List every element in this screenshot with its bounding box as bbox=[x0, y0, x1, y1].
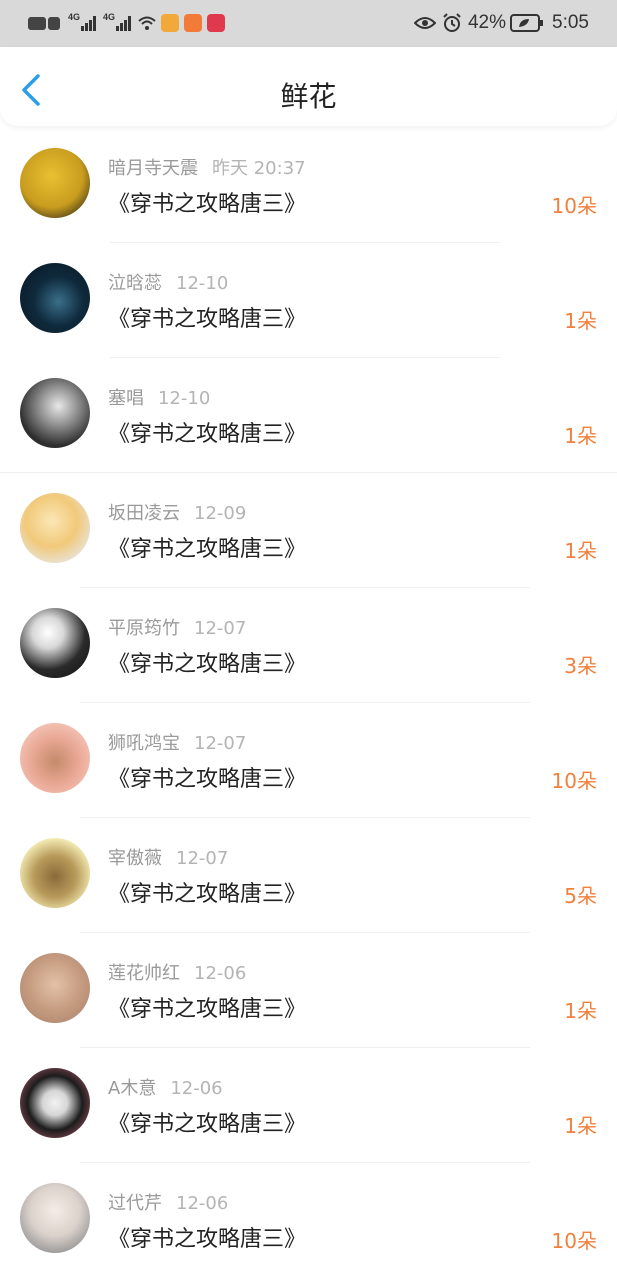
item-meta: 过代芹 12-06 bbox=[108, 1189, 228, 1215]
user-name: 狮吼鸿宝 bbox=[108, 733, 180, 754]
list-item[interactable]: 莲花帅红 12-06 《穿书之攻略唐三》 1朵 bbox=[0, 933, 617, 1048]
page-title: 鲜花 bbox=[280, 80, 337, 113]
item-meta: 狮吼鸿宝 12-07 bbox=[108, 729, 246, 755]
book-title: 《穿书之攻略唐三》 bbox=[108, 652, 307, 677]
user-name: 泣晗蕊 bbox=[108, 273, 162, 294]
item-meta: 平原筠竹 12-07 bbox=[108, 614, 246, 640]
alarm-icon bbox=[443, 13, 461, 32]
date: 12-07 bbox=[176, 848, 229, 869]
clock-time: 5:05 bbox=[552, 12, 589, 33]
flower-count: 1朵 bbox=[564, 1114, 597, 1138]
list-item[interactable]: A木意 12-06 《穿书之攻略唐三》 1朵 bbox=[0, 1048, 617, 1163]
date: 12-10 bbox=[158, 388, 211, 409]
signal-icon bbox=[81, 15, 97, 31]
item-meta: 泣晗蕊 12-10 bbox=[108, 269, 228, 295]
battery-icon bbox=[510, 14, 544, 32]
list-item[interactable]: 过代芹 12-06 《穿书之攻略唐三》 10朵 bbox=[0, 1163, 617, 1278]
date: 12-06 bbox=[170, 1078, 223, 1099]
flower-count: 3朵 bbox=[564, 654, 597, 678]
list-item[interactable]: 平原筠竹 12-07 《穿书之攻略唐三》 3朵 bbox=[0, 588, 617, 703]
date: 12-06 bbox=[176, 1193, 229, 1214]
weibo-icon bbox=[161, 14, 180, 32]
user-name: 宰傲薇 bbox=[108, 848, 162, 869]
flower-count: 1朵 bbox=[564, 309, 597, 333]
avatar bbox=[20, 1183, 90, 1253]
battery-percent: 42% bbox=[467, 12, 507, 33]
user-name: 莲花帅红 bbox=[108, 963, 180, 984]
avatar bbox=[20, 1068, 90, 1138]
video-app-icon bbox=[184, 14, 203, 32]
avatar bbox=[20, 608, 90, 678]
hd-badge-icon bbox=[28, 16, 46, 30]
item-meta: 坂田凌云 12-09 bbox=[108, 499, 246, 525]
item-meta: 宰傲薇 12-07 bbox=[108, 844, 228, 870]
user-name: 坂田凌云 bbox=[108, 503, 180, 524]
avatar bbox=[20, 953, 90, 1023]
book-title: 《穿书之攻略唐三》 bbox=[108, 997, 307, 1022]
avatar bbox=[20, 148, 90, 218]
user-name: 暗月寺天震 bbox=[108, 158, 198, 179]
book-title: 《穿书之攻略唐三》 bbox=[108, 537, 307, 562]
flower-count: 1朵 bbox=[564, 539, 597, 563]
eye-icon bbox=[413, 17, 436, 29]
user-name: A木意 bbox=[108, 1078, 157, 1099]
signal-icon-2 bbox=[116, 15, 132, 31]
date: 12-07 bbox=[194, 733, 247, 754]
flower-count: 1朵 bbox=[564, 424, 597, 448]
flower-count: 10朵 bbox=[551, 769, 597, 793]
sim-badge-icon bbox=[48, 16, 60, 30]
list-item[interactable]: 泣晗蕊 12-10 《穿书之攻略唐三》 1朵 bbox=[0, 243, 617, 358]
music-app-icon bbox=[207, 14, 226, 32]
flower-count: 10朵 bbox=[551, 1229, 597, 1253]
flower-count: 5朵 bbox=[564, 884, 597, 908]
flower-count: 10朵 bbox=[551, 194, 597, 218]
avatar bbox=[20, 378, 90, 448]
list-item[interactable]: 塞唱 12-10 《穿书之攻略唐三》 1朵 bbox=[0, 358, 617, 473]
date: 昨天 20:37 bbox=[212, 158, 306, 179]
book-title: 《穿书之攻略唐三》 bbox=[108, 882, 307, 907]
user-name: 塞唱 bbox=[108, 388, 144, 409]
status-left: 4G 4G bbox=[28, 12, 226, 34]
avatar bbox=[20, 493, 90, 563]
user-name: 平原筠竹 bbox=[108, 618, 180, 639]
list-item[interactable]: 宰傲薇 12-07 《穿书之攻略唐三》 5朵 bbox=[0, 818, 617, 933]
item-meta: 莲花帅红 12-06 bbox=[108, 959, 246, 985]
app-header: 鲜花 bbox=[0, 47, 617, 126]
network-type-2: 4G bbox=[103, 12, 116, 22]
date: 12-09 bbox=[194, 503, 247, 524]
book-title: 《穿书之攻略唐三》 bbox=[108, 192, 307, 217]
date: 12-07 bbox=[194, 618, 247, 639]
flower-list: 暗月寺天震 昨天 20:37 《穿书之攻略唐三》 10朵 泣晗蕊 12-10 《穿书… bbox=[0, 128, 617, 1278]
status-right: 42% 5:05 bbox=[413, 12, 589, 34]
book-title: 《穿书之攻略唐三》 bbox=[108, 1112, 307, 1137]
status-bar: 4G 4G 42% 5:05 bbox=[0, 0, 617, 47]
list-item[interactable]: 狮吼鸿宝 12-07 《穿书之攻略唐三》 10朵 bbox=[0, 703, 617, 818]
network-type-1: 4G bbox=[68, 12, 81, 22]
book-title: 《穿书之攻略唐三》 bbox=[108, 307, 307, 332]
book-title: 《穿书之攻略唐三》 bbox=[108, 422, 307, 447]
item-meta: 暗月寺天震 昨天 20:37 bbox=[108, 154, 306, 180]
item-meta: 塞唱 12-10 bbox=[108, 384, 210, 410]
avatar bbox=[20, 838, 90, 908]
avatar bbox=[20, 723, 90, 793]
item-meta: A木意 12-06 bbox=[108, 1074, 223, 1100]
user-name: 过代芹 bbox=[108, 1193, 162, 1214]
avatar bbox=[20, 263, 90, 333]
wifi-icon bbox=[138, 16, 156, 30]
date: 12-06 bbox=[194, 963, 247, 984]
date: 12-10 bbox=[176, 273, 229, 294]
list-item[interactable]: 坂田凌云 12-09 《穿书之攻略唐三》 1朵 bbox=[0, 473, 617, 588]
book-title: 《穿书之攻略唐三》 bbox=[108, 1227, 307, 1252]
flower-count: 1朵 bbox=[564, 999, 597, 1023]
book-title: 《穿书之攻略唐三》 bbox=[108, 767, 307, 792]
list-item[interactable]: 暗月寺天震 昨天 20:37 《穿书之攻略唐三》 10朵 bbox=[0, 128, 617, 243]
